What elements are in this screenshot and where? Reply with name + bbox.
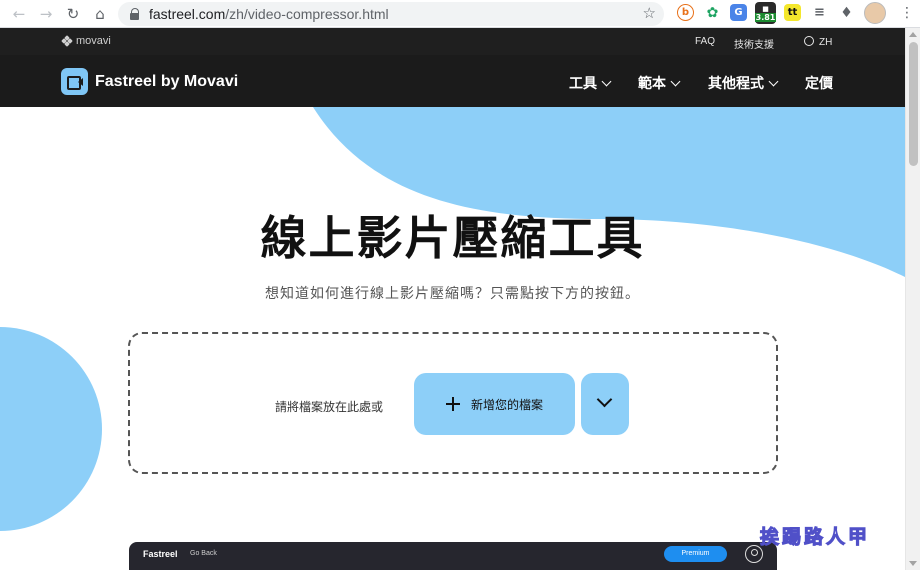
globe-icon <box>804 36 814 46</box>
add-file-label: 新增您的檔案 <box>470 397 543 412</box>
plus-icon <box>445 397 460 411</box>
extension-badge: 3.81 <box>754 12 777 22</box>
translate-icon[interactable]: G <box>730 4 747 21</box>
reload-icon[interactable]: ↻ <box>60 1 86 27</box>
nav-other-programs-label: 其他程式 <box>708 76 764 92</box>
extension-counter-icon[interactable]: ■ 3.81 <box>754 2 777 24</box>
page-scrollbar[interactable] <box>905 28 920 570</box>
file-dropzone[interactable]: 請將檔案放在此處或 新增您的檔案 <box>128 332 778 474</box>
editor-preview-bar: Fastreel Go Back Premium <box>129 542 777 570</box>
menu-kebab-icon[interactable]: ⋮ <box>900 4 914 22</box>
nav-pricing-label: 定價 <box>805 76 833 92</box>
support-link[interactable]: 技術支援 <box>734 36 774 51</box>
address-bar[interactable]: fastreel.com/zh/video-compressor.html ☆ <box>118 2 664 26</box>
chevron-down-icon <box>768 76 779 86</box>
movavi-logo[interactable]: movavi <box>61 35 111 47</box>
scroll-up-icon[interactable] <box>909 32 917 37</box>
preview-premium-button: Premium <box>664 546 727 562</box>
drop-hint: 請將檔案放在此處或 <box>275 400 384 414</box>
chevron-down-icon <box>601 76 612 86</box>
url-host: fastreel.com <box>149 6 226 22</box>
puzzle-extensions-icon[interactable]: ♦ <box>838 4 855 21</box>
nav-templates-label: 範本 <box>638 76 666 92</box>
bookmark-star-icon[interactable]: ☆ <box>643 4 656 22</box>
extension-b-icon[interactable]: b <box>677 4 694 21</box>
chevron-down-icon <box>596 391 613 408</box>
source-dropdown-button[interactable] <box>581 373 629 435</box>
url-path: /zh/video-compressor.html <box>225 6 389 22</box>
evernote-icon[interactable]: ✿ <box>704 4 721 21</box>
home-icon[interactable]: ⌂ <box>87 1 113 27</box>
nav-pricing[interactable]: 定價 <box>805 73 833 93</box>
brand-logo[interactable]: Fastreel by Movavi <box>61 68 238 95</box>
nav-templates[interactable]: 範本 <box>638 73 681 93</box>
faq-link[interactable]: FAQ <box>695 36 715 47</box>
language-selector[interactable]: ZH <box>804 36 832 48</box>
nav-tools[interactable]: 工具 <box>569 73 612 93</box>
scroll-thumb[interactable] <box>909 42 918 166</box>
preview-go-back: Go Back <box>190 550 217 557</box>
lock-icon <box>130 8 140 20</box>
page-subtitle: 想知道如何進行線上影片壓縮嗎？只需點按下方的按鈕。 <box>265 286 640 302</box>
back-arrow-icon[interactable]: ← <box>6 1 32 27</box>
brand-name: Fastreel by Movavi <box>95 72 239 90</box>
profile-avatar[interactable] <box>864 2 886 24</box>
chevron-down-icon <box>670 76 681 86</box>
nav-other-programs[interactable]: 其他程式 <box>708 73 779 93</box>
preview-brand: Fastreel <box>143 549 178 559</box>
add-file-button[interactable]: 新增您的檔案 <box>414 373 575 435</box>
watermark: 挨踢路人甲 <box>759 526 871 549</box>
movavi-logo-text: movavi <box>76 35 111 47</box>
url-text: fastreel.com/zh/video-compressor.html <box>149 6 389 22</box>
hero-section: 線上影片壓縮工具 想知道如何進行線上影片壓縮嗎？只需點按下方的按鈕。 請將檔案放… <box>0 107 905 570</box>
main-nav: Fastreel by Movavi 工具 範本 其他程式 定價 <box>0 55 905 107</box>
site-topbar: movavi FAQ 技術支援 ZH <box>0 28 905 55</box>
movavi-logo-icon <box>61 35 73 47</box>
scroll-down-icon[interactable] <box>909 561 917 566</box>
browser-toolbar: ← → ↻ ⌂ fastreel.com/zh/video-compressor… <box>0 0 920 28</box>
fastreel-logo-icon <box>61 68 88 95</box>
nav-tools-label: 工具 <box>569 76 597 92</box>
forward-arrow-icon[interactable]: → <box>33 1 59 27</box>
language-label: ZH <box>819 37 833 48</box>
page-title: 線上影片壓縮工具 <box>260 211 645 265</box>
reader-icon[interactable]: ≡ <box>811 4 828 21</box>
extension-tt-icon[interactable]: tt <box>784 4 801 21</box>
